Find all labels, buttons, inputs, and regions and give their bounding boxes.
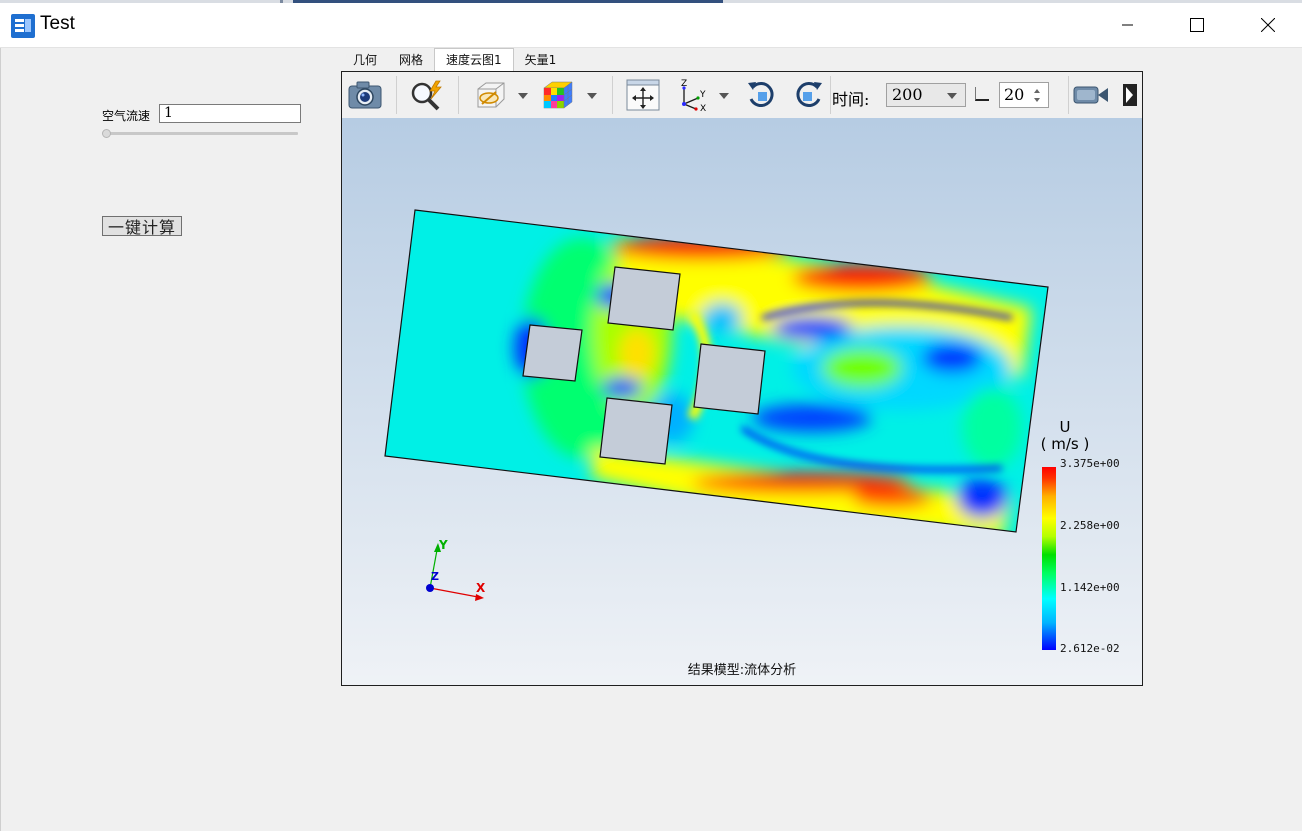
legend-variable: U [1059, 418, 1071, 436]
air-speed-label: 空气流速 [102, 109, 151, 123]
legend-tick-min: 2.612e-02 [1060, 642, 1120, 655]
time-select-value: 200 [892, 85, 923, 104]
close-button[interactable] [1245, 3, 1291, 47]
axis-z-label: Z [431, 570, 439, 583]
color-map-button[interactable] [540, 77, 576, 113]
view-toolbar: Z Y X 时间: 200 20 [342, 72, 1142, 119]
camera-icon [348, 81, 382, 109]
tab-vector[interactable]: 矢量1 [514, 49, 568, 70]
time-select[interactable]: 200 [886, 83, 966, 107]
maximize-icon [1190, 18, 1204, 32]
3d-viewport[interactable]: Y Z X U ( m/s ) 3.375e+00 2.258e+00 1.14… [342, 118, 1142, 685]
time-label: 时间: [832, 90, 870, 109]
spin-up-icon[interactable] [1034, 89, 1040, 93]
slider-thumb[interactable] [102, 129, 111, 138]
obstacle-top [607, 266, 681, 331]
view-tabs: 几何 网格 速度云图1 矢量1 [342, 48, 568, 71]
axis-y-label: Y [439, 538, 448, 552]
axis-x-label: X [476, 581, 486, 595]
obstacle-bottom [599, 397, 673, 465]
legend-unit: ( m/s ) [1040, 435, 1090, 453]
maximize-button[interactable] [1174, 3, 1220, 47]
svg-text:X: X [700, 104, 706, 112]
legend-tick-2: 2.258e+00 [1060, 519, 1120, 532]
legend-title: U ( m/s ) [1035, 419, 1095, 453]
legend-tick-max: 3.375e+00 [1060, 457, 1120, 470]
color-cube-icon [543, 81, 573, 109]
air-speed-input[interactable]: 1 [159, 104, 301, 123]
record-video-button[interactable] [1073, 77, 1109, 113]
chevron-down-icon [947, 93, 957, 99]
tab-geometry[interactable]: 几何 [342, 49, 388, 70]
expand-icon [1123, 84, 1137, 106]
obstacle-left [522, 324, 583, 382]
pan-button[interactable] [625, 77, 661, 113]
svg-text:Y: Y [699, 90, 706, 100]
axes-orientation-button[interactable]: Z Y X [674, 77, 710, 113]
velocity-contour-plot [384, 209, 1049, 601]
minimize-button[interactable] [1105, 3, 1151, 47]
air-speed-slider[interactable] [104, 132, 298, 135]
zoom-fit-icon [411, 80, 442, 111]
app-icon [11, 14, 35, 38]
title-bar: Test [0, 3, 1302, 48]
pan-icon [626, 79, 660, 111]
color-legend-bar [1042, 467, 1056, 650]
step-spinbox[interactable]: 20 [999, 82, 1049, 108]
screenshot-button[interactable] [347, 77, 383, 113]
step-value: 20 [1004, 85, 1025, 104]
spin-down-icon[interactable] [1034, 98, 1040, 102]
hide-show-icon [477, 82, 505, 108]
window-title: Test [40, 13, 75, 34]
zoom-fit-button[interactable] [408, 77, 444, 113]
rotate-counterclockwise-button[interactable] [791, 77, 827, 113]
rotate-cw-icon [748, 82, 774, 107]
result-model-label: 结果模型:流体分析 [687, 663, 797, 678]
svg-text:Z: Z [681, 79, 687, 89]
toolbar-expand-button[interactable] [1118, 77, 1142, 113]
calculate-button[interactable]: 一键计算 [102, 216, 182, 237]
rotate-clockwise-button[interactable] [743, 77, 779, 113]
legend-tick-3: 1.142e+00 [1060, 581, 1120, 594]
video-camera-icon [1073, 86, 1108, 104]
hide-show-button[interactable] [472, 77, 508, 113]
tab-mesh[interactable]: 网格 [388, 49, 434, 70]
loop-checkbox[interactable] [975, 87, 989, 101]
tab-velocity-contour[interactable]: 速度云图1 [434, 48, 514, 71]
minimize-icon [1122, 24, 1133, 26]
obstacle-right [693, 343, 766, 415]
axes-orientation-icon: Z Y X [681, 79, 706, 112]
close-icon [1261, 18, 1275, 32]
render-view: Z Y X 时间: 200 20 Y Z X U (m/s) 3.375e+… [341, 71, 1143, 686]
rotate-ccw-icon [796, 82, 822, 107]
